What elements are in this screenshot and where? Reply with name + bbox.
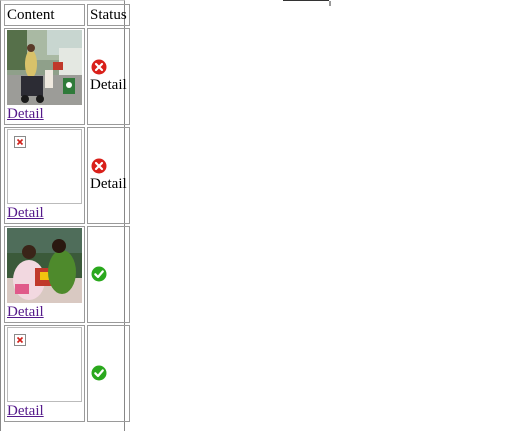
status-detail-text: Detail [90,176,127,192]
detail-link[interactable]: Detail [7,205,82,222]
broken-image-thumbnail[interactable] [7,327,82,402]
family-photo-image [7,228,82,303]
broken-image-placeholder [7,327,82,402]
divider-handle [329,1,331,6]
status-column-header: Status [87,4,130,26]
detail-link[interactable]: Detail [7,106,82,123]
status-detail-text: Detail [90,77,127,93]
error-icon [91,59,107,75]
status-cell: Detail [87,127,130,224]
table-row: Detail Detail [4,127,130,224]
page: Content Status Detail Detail Detail Deta… [0,0,512,431]
family-photo-thumbnail[interactable] [7,228,82,303]
content-cell: Detail [4,28,85,125]
top-divider-line [283,0,329,1]
detail-link[interactable]: Detail [7,304,82,321]
status-cell [87,325,130,422]
status-cell [87,226,130,323]
table-row: Detail [4,226,130,323]
content-status-table: Content Status Detail Detail Detail Deta… [2,2,132,424]
content-cell: Detail [4,226,85,323]
error-icon [91,158,107,174]
check-icon [91,365,107,380]
detail-link[interactable]: Detail [7,403,82,420]
table-row: Detail [4,325,130,422]
table-row: Detail Detail [4,28,130,125]
status-cell: Detail [87,28,130,125]
street-photo-thumbnail[interactable] [7,30,82,105]
broken-image-thumbnail[interactable] [7,129,82,204]
street-photo-image [7,30,82,105]
broken-image-icon [14,334,26,346]
broken-image-placeholder [7,129,82,204]
broken-image-icon [14,136,26,148]
content-cell: Detail [4,127,85,224]
content-cell: Detail [4,325,85,422]
content-column-header: Content [4,4,85,26]
header-row: Content Status [4,4,130,26]
check-icon [91,266,107,281]
